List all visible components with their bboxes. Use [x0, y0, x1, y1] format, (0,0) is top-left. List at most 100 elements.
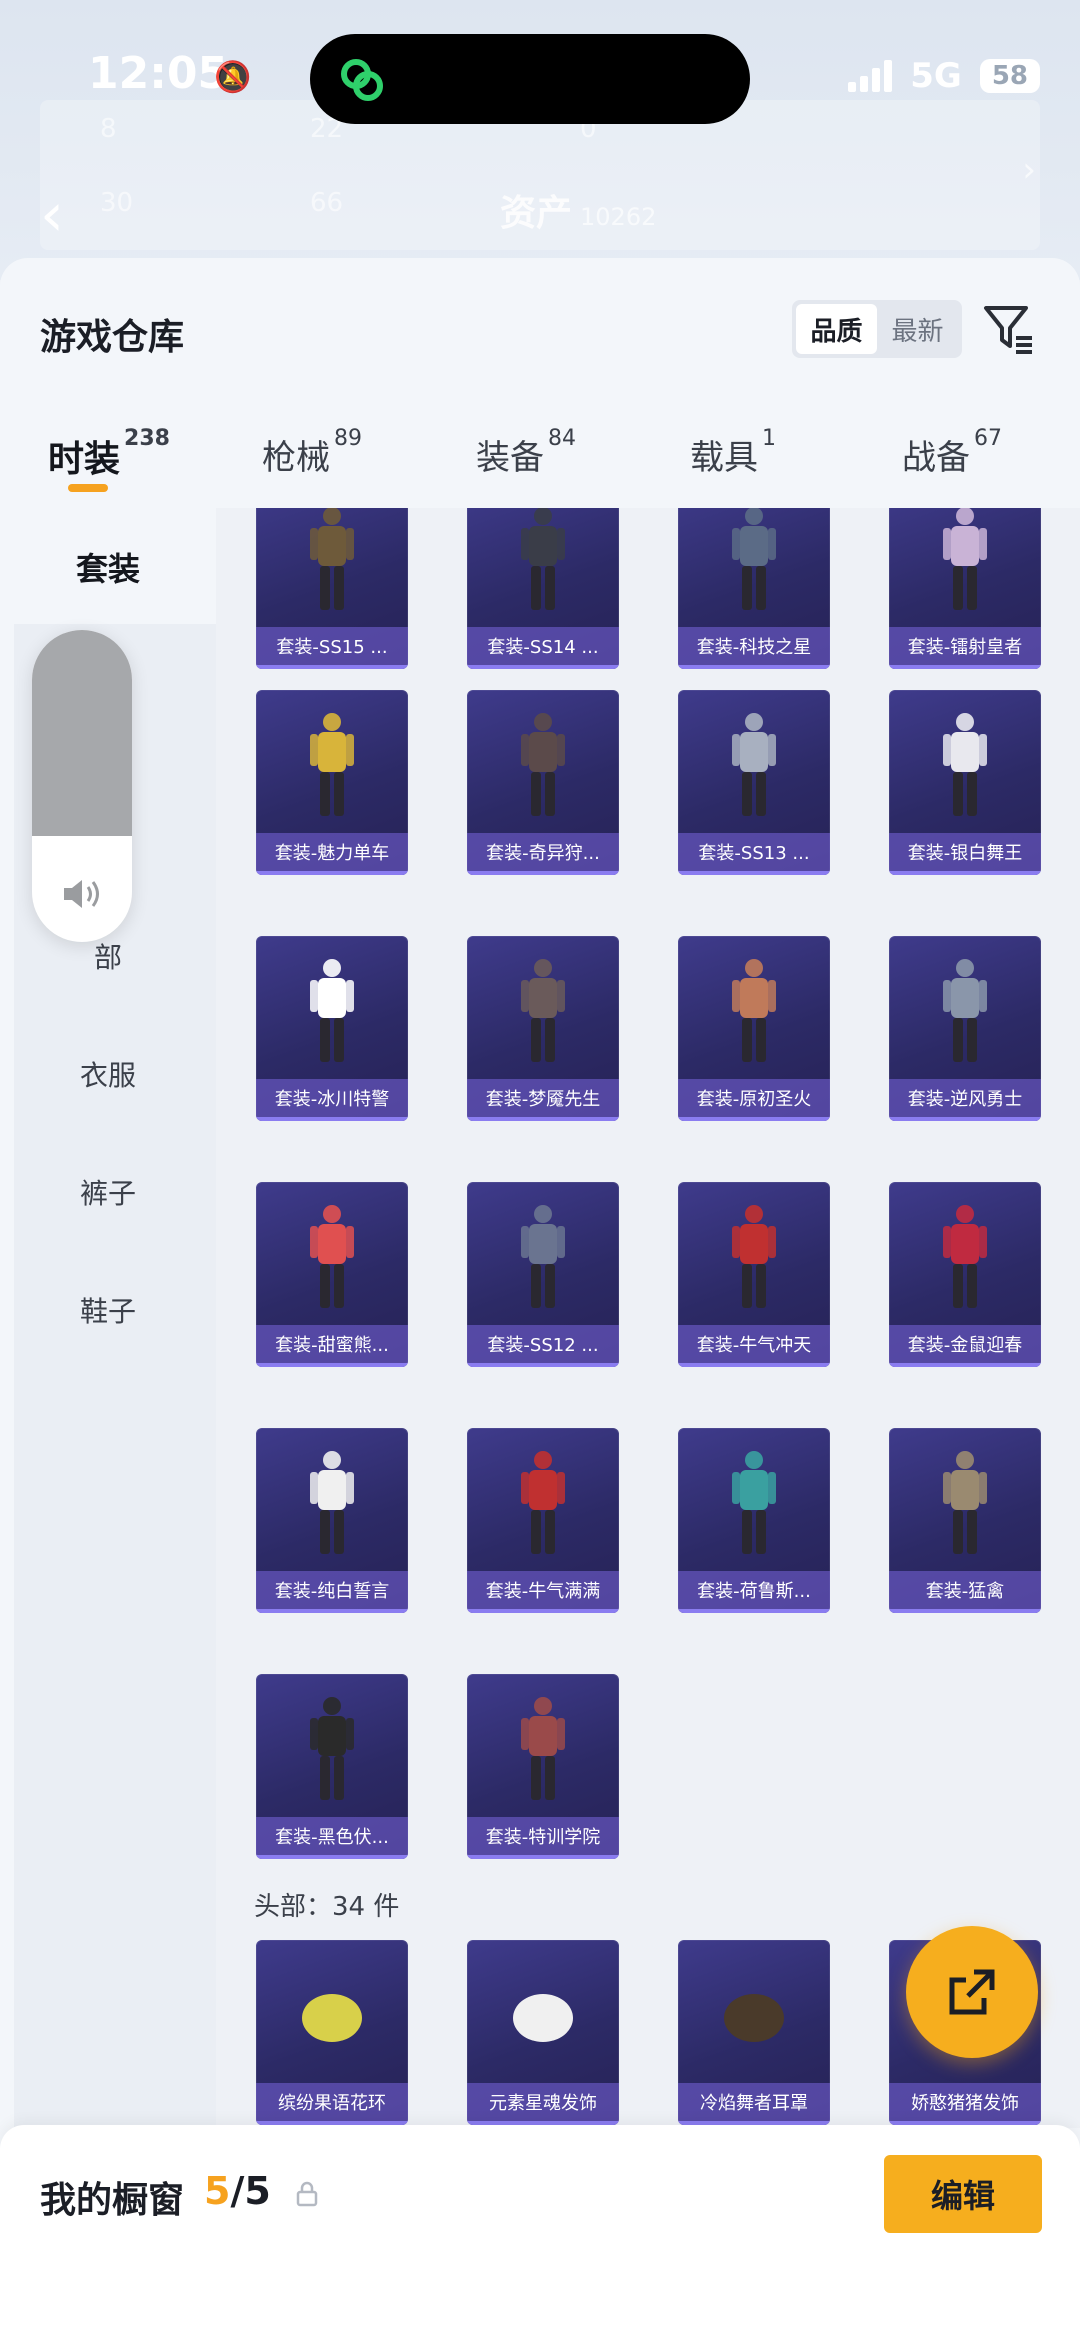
card-accent-bar — [889, 1117, 1041, 1121]
card-accent-bar — [889, 871, 1041, 875]
outfit-card-label: 套装-猛禽 — [889, 1571, 1041, 1613]
card-accent-bar — [678, 1363, 830, 1367]
background-stat: 8 — [100, 114, 117, 144]
sidebar-item-shoes[interactable]: 鞋子 — [0, 1290, 216, 1330]
outfit-card-label: 套装-SS13 ... — [678, 833, 830, 875]
sort-by-quality[interactable]: 品质 — [796, 304, 877, 354]
card-accent-bar — [678, 1609, 830, 1613]
tab-equipment[interactable]: 装备 84 — [476, 426, 576, 479]
sidebar-item-face[interactable]: 部 — [0, 936, 216, 976]
outfit-card[interactable]: 套装-纯白誓言 — [256, 1428, 408, 1613]
showcase-bar: 我的橱窗 5/5 编辑 — [0, 2125, 1080, 2347]
outfit-card-label: 套装-梦魇先生 — [467, 1079, 619, 1121]
outfit-card[interactable]: 套装-荷鲁斯... — [678, 1428, 830, 1613]
headwear-thumbnail-icon — [302, 1994, 362, 2042]
sort-by-newest[interactable]: 最新 — [877, 304, 958, 354]
tab-fashion[interactable]: 时装238 — [48, 426, 170, 482]
status-time: 12:05 — [88, 48, 229, 99]
outfit-card[interactable]: 套装-镭射皇者 — [889, 508, 1041, 669]
sidebar-item-clothes[interactable]: 衣服 — [0, 1054, 216, 1094]
outfit-card-label: 套装-逆风勇士 — [889, 1079, 1041, 1121]
outfit-card[interactable]: 套装-猛禽 — [889, 1428, 1041, 1613]
outfit-card[interactable]: 套装-SS15 ... — [256, 508, 408, 669]
outfit-card-label: 套装-原初圣火 — [678, 1079, 830, 1121]
outfit-card[interactable]: 套装-银白舞王 — [889, 690, 1041, 875]
outfit-card-label: 套装-牛气满满 — [467, 1571, 619, 1613]
outfit-thumbnail-icon — [732, 508, 776, 610]
outfit-thumbnail-icon — [521, 508, 565, 610]
cellular-signal-icon — [848, 60, 893, 92]
back-chevron-icon[interactable]: ‹ — [40, 180, 64, 250]
card-accent-bar — [467, 1363, 619, 1367]
outfit-thumbnail-icon — [943, 508, 987, 610]
card-accent-bar — [678, 665, 830, 669]
tab-count: 238 — [124, 426, 170, 451]
card-accent-bar — [678, 871, 830, 875]
forward-chevron-icon[interactable]: › — [1022, 150, 1036, 190]
headwear-card[interactable]: 冷焰舞者耳罩 — [678, 1940, 830, 2125]
page-title: 游戏仓库 — [40, 317, 185, 358]
tab-label: 载具 — [690, 438, 758, 478]
card-accent-bar — [256, 1363, 408, 1367]
outfit-thumbnail-icon — [521, 1697, 565, 1800]
outfit-card[interactable]: 套装-SS14 ... — [467, 508, 619, 669]
outfit-thumbnail-icon — [310, 959, 354, 1062]
sidebar-item-suits[interactable]: 套装 — [0, 544, 216, 590]
tab-count: 89 — [334, 426, 362, 451]
tab-weapons[interactable]: 枪械 89 — [262, 426, 362, 479]
tab-supplies[interactable]: 战备 67 — [902, 426, 1002, 479]
status-indicators: 5G 58 — [848, 56, 1040, 96]
card-accent-bar — [889, 1363, 1041, 1367]
outfit-card-label: 套装-甜蜜熊... — [256, 1325, 408, 1367]
headwear-thumbnail-icon — [724, 1994, 784, 2042]
filter-icon[interactable] — [980, 300, 1036, 356]
outfit-thumbnail-icon — [943, 959, 987, 1062]
outfit-card[interactable]: 套装-牛气冲天 — [678, 1182, 830, 1367]
bell-muted-icon: 🔕 — [214, 60, 252, 95]
outfit-card[interactable]: 套装-甜蜜熊... — [256, 1182, 408, 1367]
card-accent-bar — [889, 665, 1041, 669]
outfit-card-label: 套装-金鼠迎春 — [889, 1325, 1041, 1367]
card-accent-bar — [467, 1855, 619, 1859]
background-stat: 30 — [100, 188, 134, 218]
card-accent-bar — [256, 1117, 408, 1121]
outfit-card[interactable]: 套装-魅力单车 — [256, 690, 408, 875]
outfit-card[interactable]: 套装-科技之星 — [678, 508, 830, 669]
headwear-card-label: 冷焰舞者耳罩 — [678, 2083, 830, 2125]
outfit-card[interactable]: 套装-原初圣火 — [678, 936, 830, 1121]
outfit-card[interactable]: 套装-SS13 ... — [678, 690, 830, 875]
outfit-card[interactable]: 套装-金鼠迎春 — [889, 1182, 1041, 1367]
outfit-thumbnail-icon — [521, 1205, 565, 1308]
outfit-card-label: 套装-SS14 ... — [467, 627, 619, 669]
outfit-card[interactable]: 套装-奇异狩... — [467, 690, 619, 875]
card-accent-bar — [467, 1609, 619, 1613]
outfit-card[interactable]: 套装-黑色伏... — [256, 1674, 408, 1859]
share-fab[interactable] — [906, 1926, 1038, 2058]
outfit-thumbnail-icon — [310, 508, 354, 610]
outfit-thumbnail-icon — [732, 1451, 776, 1554]
outfit-card[interactable]: 套装-冰川特警 — [256, 936, 408, 1121]
outfit-thumbnail-icon — [310, 1697, 354, 1800]
card-accent-bar — [256, 1855, 408, 1859]
outfit-card[interactable]: 套装-SS12 ... — [467, 1182, 619, 1367]
edit-button[interactable]: 编辑 — [884, 2155, 1042, 2233]
background-title: 资产 10262 — [500, 184, 656, 236]
headwear-card-label: 元素星魂发饰 — [467, 2083, 619, 2125]
showcase-total: /5 — [230, 2169, 271, 2213]
item-grid: 套装-SS15 ... 套装-SS14 ... 套装-科技之星 套装-镭射皇者套装-魅… — [216, 508, 1080, 2128]
outfit-card-label: 套装-科技之星 — [678, 627, 830, 669]
outfit-card[interactable]: 套装-特训学院 — [467, 1674, 619, 1859]
outfit-card[interactable]: 套装-梦魇先生 — [467, 936, 619, 1121]
headwear-card[interactable]: 元素星魂发饰 — [467, 1940, 619, 2125]
lock-icon — [296, 2181, 318, 2207]
showcase-current: 5 — [204, 2169, 231, 2213]
outfit-card[interactable]: 套装-逆风勇士 — [889, 936, 1041, 1121]
showcase-title: 我的橱窗 — [40, 2180, 185, 2221]
card-accent-bar — [467, 1117, 619, 1121]
tab-vehicles[interactable]: 载具 1 — [690, 426, 776, 479]
headwear-card[interactable]: 缤纷果语花环 — [256, 1940, 408, 2125]
outfit-card[interactable]: 套装-牛气满满 — [467, 1428, 619, 1613]
outfit-card-label: 套装-奇异狩... — [467, 833, 619, 875]
head-section-label: 头部：34 件 — [254, 1892, 400, 1922]
sidebar-item-pants[interactable]: 裤子 — [0, 1172, 216, 1212]
